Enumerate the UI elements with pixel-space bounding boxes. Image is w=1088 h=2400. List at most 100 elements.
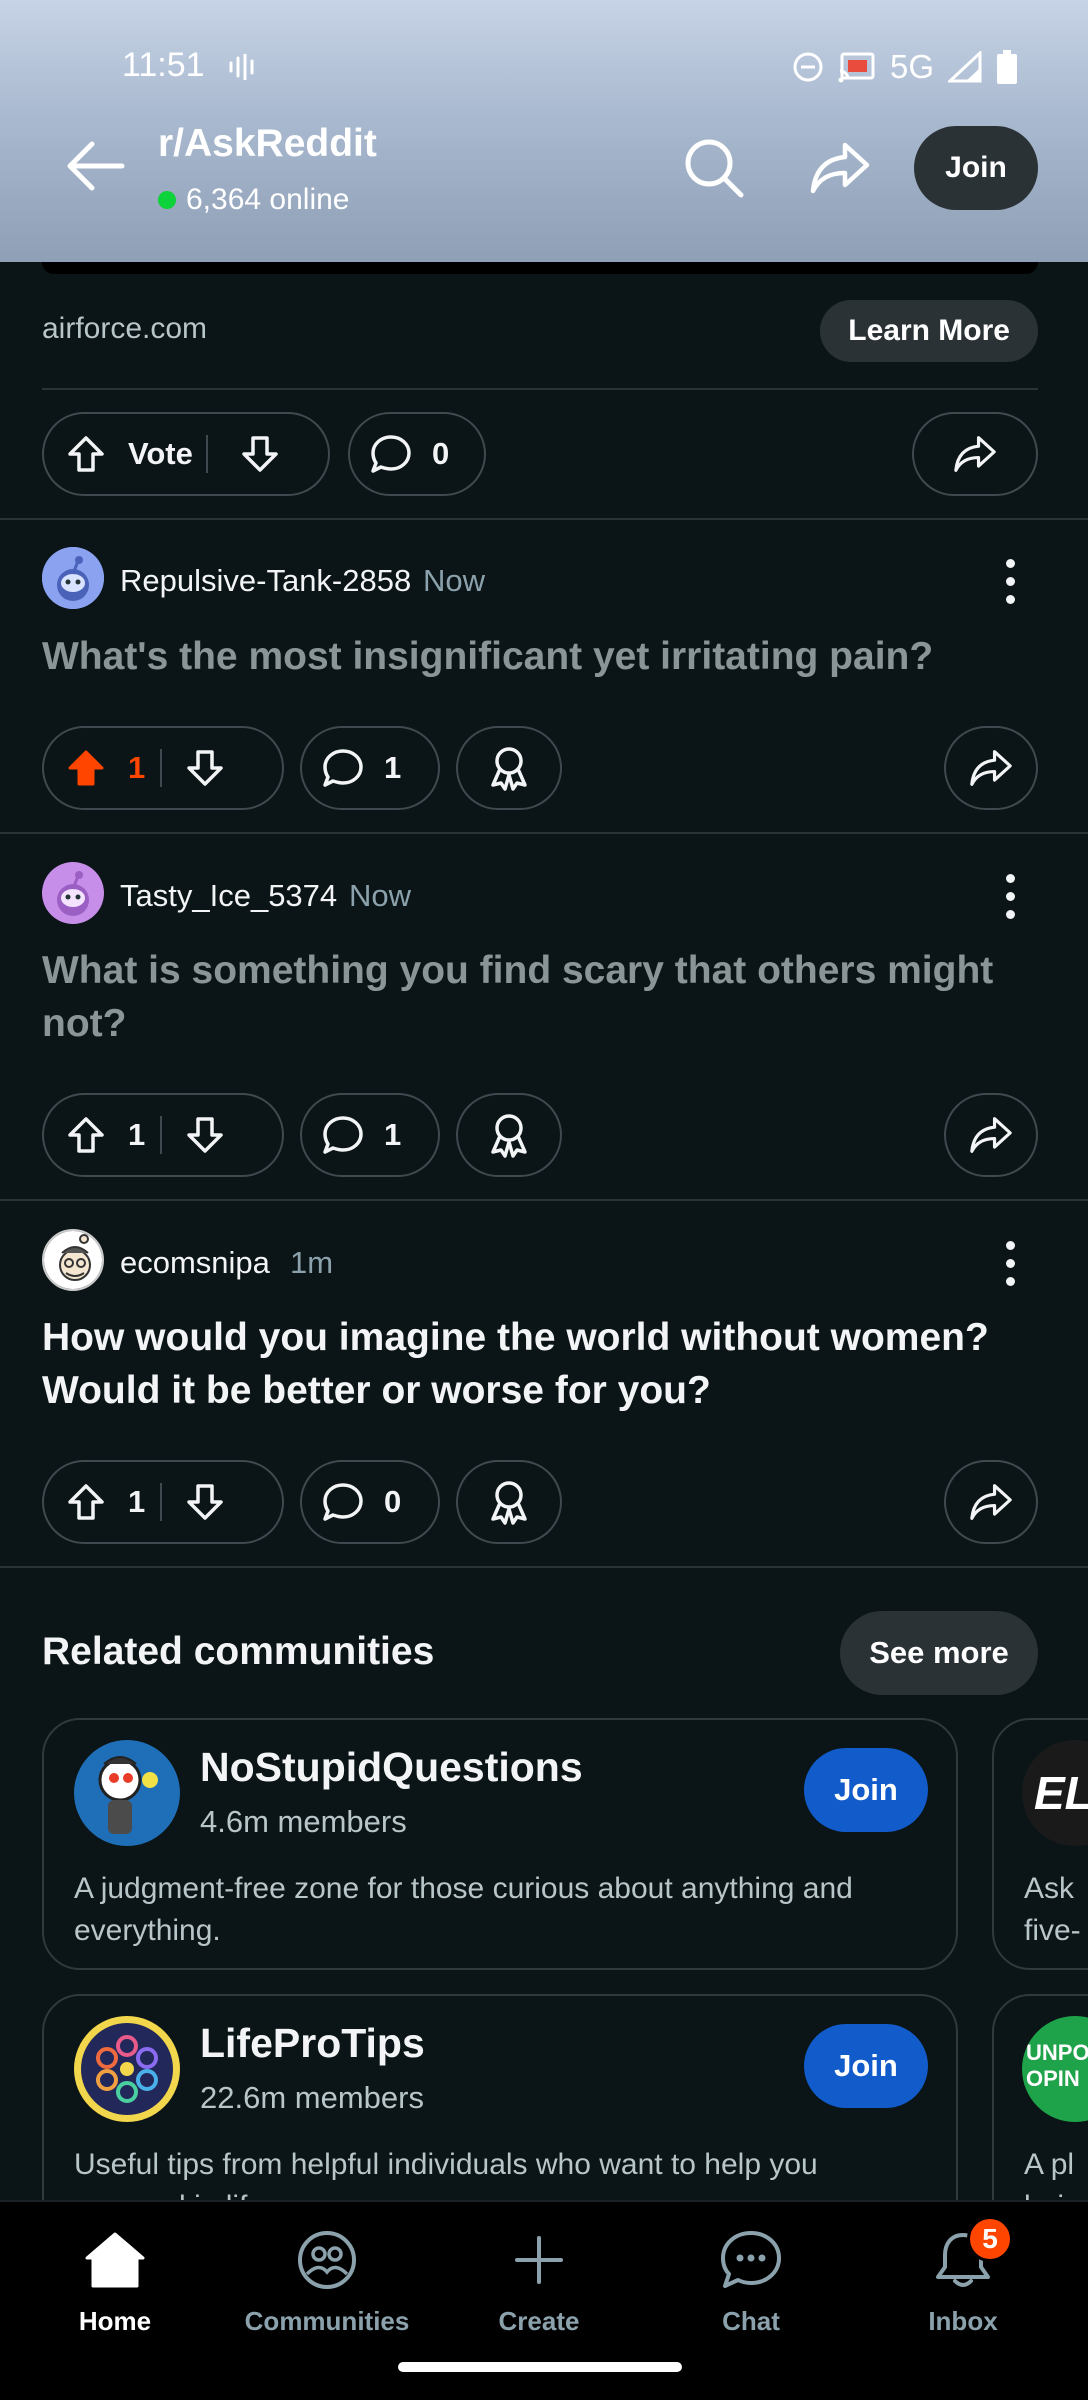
nav-label: Create [498, 2306, 580, 2336]
award-icon [491, 1481, 527, 1525]
upvote-button[interactable] [44, 1115, 128, 1155]
ad-share-button[interactable] [912, 412, 1038, 496]
upvote-button[interactable] [44, 1482, 128, 1522]
award-button[interactable] [456, 1460, 562, 1544]
community-name: NoStupidQuestions [200, 1744, 583, 1790]
avatar[interactable] [42, 547, 104, 609]
nav-communities[interactable]: Communities [232, 2220, 422, 2350]
avatar[interactable] [42, 862, 104, 924]
post-options-button[interactable] [990, 866, 1030, 926]
community-name: LifeProTips [200, 2020, 425, 2066]
communities-icon [295, 2220, 359, 2300]
divider [0, 832, 1088, 834]
post-options-button[interactable] [990, 551, 1030, 611]
comments-button[interactable]: 1 [300, 1093, 440, 1177]
plus-icon [511, 2220, 567, 2300]
award-button[interactable] [456, 726, 562, 810]
post-title[interactable]: What's the most insignificant yet irrita… [42, 630, 1032, 683]
subreddit-header: 11:51 5G r/AskReddit 6,364 online Join [0, 0, 1088, 262]
post-author[interactable]: Tasty_Ice_5374 [120, 878, 337, 914]
comments-button[interactable]: 1 [300, 726, 440, 810]
search-icon [685, 139, 744, 198]
community-description-peek: Ask five- [1024, 1868, 1081, 1952]
join-community-button[interactable]: Join [804, 1748, 928, 1832]
downvote-icon [187, 750, 223, 786]
divider [0, 1566, 1088, 1568]
share-icon [954, 436, 996, 472]
share-icon [810, 142, 870, 194]
nav-home[interactable]: Home [20, 2220, 210, 2350]
vote-pill: 1 [42, 726, 284, 810]
vote-count: 1 [128, 1117, 146, 1152]
share-button[interactable] [944, 726, 1038, 810]
comment-icon [302, 1115, 384, 1155]
community-avatar [74, 1740, 180, 1846]
post-author[interactable]: ecomsnipa [120, 1245, 270, 1281]
comment-icon [302, 748, 384, 788]
ad-comments-button[interactable]: 0 [348, 412, 486, 496]
home-indicator[interactable] [398, 2362, 682, 2372]
back-button[interactable] [56, 128, 132, 204]
related-communities-title: Related communities [42, 1630, 435, 1673]
join-subreddit-button[interactable]: Join [914, 126, 1038, 210]
comment-icon [350, 434, 432, 474]
downvote-icon [187, 1117, 223, 1153]
online-indicator: 6,364 online [158, 183, 349, 217]
share-button[interactable] [944, 1460, 1038, 1544]
ad-vote-pill: Vote [42, 412, 330, 496]
post-time: 1m [290, 1245, 334, 1280]
nav-create[interactable]: Create [444, 2220, 634, 2350]
status-icons: 5G [792, 48, 1018, 86]
online-dot-icon [158, 191, 176, 209]
vote-count: 1 [128, 750, 146, 785]
community-card-peek[interactable]: EL Ask five- [992, 1718, 1088, 1970]
post-title[interactable]: How would you imagine the world without … [42, 1311, 1032, 1417]
community-card[interactable]: NoStupidQuestions 4.6m members Join A ju… [42, 1718, 958, 1970]
avatar-text: EL [1034, 1767, 1088, 1819]
post-author[interactable]: Repulsive-Tank-2858 [120, 563, 411, 599]
see-more-button[interactable]: See more [840, 1611, 1038, 1695]
learn-more-button[interactable]: Learn More [820, 300, 1038, 362]
status-bar: 11:51 5G [0, 0, 1088, 130]
upvote-icon [68, 1117, 104, 1153]
downvote-button[interactable] [208, 434, 312, 474]
award-icon [491, 747, 527, 791]
home-icon [83, 2220, 147, 2300]
desc-line: Ask [1024, 1872, 1075, 1905]
post-title[interactable]: What is something you find scary that ot… [42, 944, 1032, 1050]
community-avatar: UNPOP OPIN [1022, 2016, 1088, 2122]
comment-count: 0 [432, 436, 450, 471]
upvote-button[interactable] [44, 748, 128, 788]
status-time: 11:51 [122, 46, 205, 84]
downvote-button[interactable] [162, 748, 248, 788]
upvote-button[interactable] [44, 434, 128, 474]
share-icon [970, 1484, 1012, 1520]
join-community-button[interactable]: Join [804, 2024, 928, 2108]
divider [0, 518, 1088, 520]
award-button[interactable] [456, 1093, 562, 1177]
ad-cta-row: airforce.com Learn More [42, 296, 1038, 366]
nav-chat[interactable]: Chat [656, 2220, 846, 2350]
ad-domain[interactable]: airforce.com [42, 312, 207, 346]
search-button[interactable] [676, 128, 752, 208]
vote-label: Vote [128, 436, 193, 471]
online-count: 6,364 online [186, 183, 350, 216]
signal-icon [948, 51, 982, 83]
downvote-button[interactable] [162, 1482, 248, 1522]
post-time: Now [349, 878, 412, 913]
post-options-button[interactable] [990, 1233, 1030, 1293]
divider [42, 388, 1038, 390]
comments-button[interactable]: 0 [300, 1460, 440, 1544]
downvote-button[interactable] [162, 1115, 248, 1155]
share-button[interactable] [800, 128, 880, 208]
desc-line: A pl [1024, 2148, 1075, 2181]
share-button[interactable] [944, 1093, 1038, 1177]
avatar[interactable] [42, 1229, 104, 1291]
battery-icon [996, 50, 1018, 84]
network-type: 5G [889, 48, 934, 85]
subreddit-title: r/AskReddit [158, 122, 377, 165]
nav-inbox[interactable]: 5 Inbox [868, 2216, 1058, 2350]
upvote-filled-icon [68, 750, 104, 786]
comment-count: 0 [384, 1484, 402, 1519]
community-description: A judgment-free zone for those curious a… [74, 1872, 853, 1947]
